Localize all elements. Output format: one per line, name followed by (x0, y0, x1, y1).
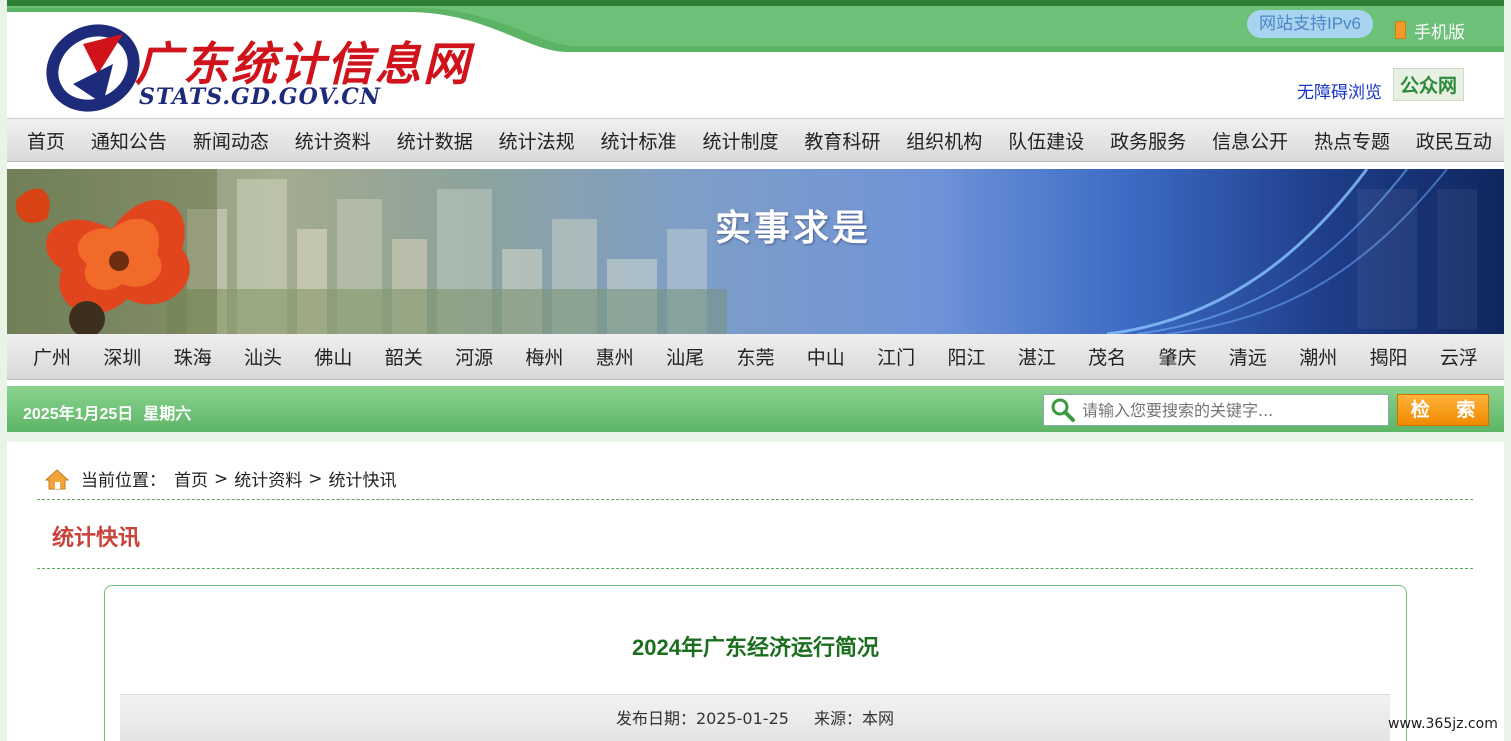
city-link-yangjiang[interactable]: 阳江 (947, 343, 985, 370)
current-date: 2025年1月25日 星期六 (23, 400, 191, 424)
breadcrumb-separator: > (308, 468, 323, 489)
city-link-yunfu[interactable]: 云浮 (1440, 343, 1478, 370)
nav-item-notices[interactable]: 通知公告 (91, 127, 167, 154)
nav-item-home[interactable]: 首页 (27, 127, 65, 154)
city-link-jiangmen[interactable]: 江门 (877, 343, 915, 370)
search-icon (1051, 398, 1075, 422)
breadcrumb-materials[interactable]: 统计资料 (234, 466, 302, 491)
site-domain: STATS.GD.GOV.CN (139, 84, 381, 110)
nav-item-disclosure[interactable]: 信息公开 (1212, 127, 1288, 154)
city-link-zhuhai[interactable]: 珠海 (174, 343, 212, 370)
nav-item-news[interactable]: 新闻动态 (193, 127, 269, 154)
watermark: www.365jz.com (1388, 716, 1498, 732)
breadcrumb-home[interactable]: 首页 (174, 466, 208, 491)
city-link-meizhou[interactable]: 梅州 (525, 343, 563, 370)
stock-chart-image (1107, 169, 1477, 334)
date-text: 2025年1月25日 (23, 406, 134, 423)
weekday-text: 星期六 (143, 406, 192, 423)
section-gap (7, 432, 1504, 442)
banner-slogan: 实事求是 (715, 207, 872, 249)
city-link-zhongshan[interactable]: 中山 (807, 343, 845, 370)
breadcrumb: 当前位置： 首页 > 统计资料 > 统计快讯 (45, 466, 397, 491)
publish-date: 发布日期：2025-01-25 (615, 709, 789, 728)
nav-item-laws[interactable]: 统计法规 (499, 127, 575, 154)
city-link-heyuan[interactable]: 河源 (455, 343, 493, 370)
breadcrumb-current[interactable]: 统计快讯 (329, 466, 397, 491)
city-link-shantou[interactable]: 汕头 (244, 343, 282, 370)
mobile-version-label: 手机版 (1414, 22, 1465, 43)
section-title: 统计快讯 (52, 526, 141, 551)
city-link-zhaoqing[interactable]: 肇庆 (1159, 343, 1197, 370)
nav-item-materials[interactable]: 统计资料 (295, 127, 371, 154)
nav-item-team[interactable]: 队伍建设 (1008, 127, 1084, 154)
home-icon (45, 468, 69, 489)
city-link-shanwei[interactable]: 汕尾 (666, 343, 704, 370)
article-title: 2024年广东经济运行简况 (632, 635, 879, 660)
city-link-huizhou[interactable]: 惠州 (596, 343, 634, 370)
divider (37, 568, 1473, 569)
nav-item-topics[interactable]: 热点专题 (1314, 127, 1390, 154)
search-input[interactable] (1082, 400, 1382, 420)
accessibility-link[interactable]: 无障碍浏览 (1297, 78, 1382, 103)
article-source: 来源：本网 (814, 709, 895, 728)
wechat-public-link[interactable]: 公众网 (1393, 68, 1465, 101)
ipv6-badge[interactable]: 网站支持IPv6 (1247, 10, 1374, 38)
nav-item-data[interactable]: 统计数据 (397, 127, 473, 154)
site-logo-icon[interactable] (43, 24, 143, 112)
city-link-guangzhou[interactable]: 广州 (33, 343, 71, 370)
city-link-jieyang[interactable]: 揭阳 (1370, 343, 1408, 370)
nav-item-systems[interactable]: 统计制度 (702, 127, 778, 154)
nav-item-organization[interactable]: 组织机构 (906, 127, 982, 154)
main-nav: 首页 通知公告 新闻动态 统计资料 统计数据 统计法规 统计标准 统计制度 教育… (7, 118, 1504, 162)
city-link-qingyuan[interactable]: 清远 (1229, 343, 1267, 370)
nav-item-education[interactable]: 教育科研 (804, 127, 880, 154)
mobile-version-link[interactable]: 手机版 (1395, 16, 1465, 44)
city-link-shaoguan[interactable]: 韶关 (385, 343, 423, 370)
city-link-shenzhen[interactable]: 深圳 (103, 343, 141, 370)
date-search-bar: 2025年1月25日星期六 检 索 (7, 386, 1504, 432)
city-link-maoming[interactable]: 茂名 (1088, 343, 1126, 370)
city-skyline-image (167, 179, 727, 334)
breadcrumb-separator: > (214, 468, 229, 489)
nav-item-interaction[interactable]: 政民互动 (1416, 127, 1492, 154)
page: 广东统计信息网 STATS.GD.GOV.CN 网站支持IPv6 手机版 无障碍… (7, 0, 1504, 741)
nav-item-services[interactable]: 政务服务 (1110, 127, 1186, 154)
city-link-dongguan[interactable]: 东莞 (736, 343, 774, 370)
breadcrumb-prefix: 当前位置： (81, 471, 166, 491)
phone-icon (1395, 21, 1406, 39)
kapok-flower-image (7, 169, 217, 334)
banner: 实事求是 (7, 169, 1504, 334)
city-link-foshan[interactable]: 佛山 (314, 343, 352, 370)
article-meta: 发布日期：2025-01-25 来源：本网 (120, 694, 1390, 741)
city-link-zhanjiang[interactable]: 湛江 (1018, 343, 1056, 370)
search-box (1043, 394, 1389, 426)
city-nav: 广州 深圳 珠海 汕头 佛山 韶关 河源 梅州 惠州 汕尾 东莞 中山 江门 阳… (7, 334, 1504, 380)
city-link-chaozhou[interactable]: 潮州 (1299, 343, 1337, 370)
article-card: 2024年广东经济运行简况 发布日期：2025-01-25 来源：本网 (104, 585, 1407, 741)
site-header: 广东统计信息网 STATS.GD.GOV.CN 网站支持IPv6 手机版 无障碍… (7, 6, 1504, 118)
nav-item-standards[interactable]: 统计标准 (601, 127, 677, 154)
divider (37, 499, 1473, 500)
search-button[interactable]: 检 索 (1397, 394, 1489, 426)
